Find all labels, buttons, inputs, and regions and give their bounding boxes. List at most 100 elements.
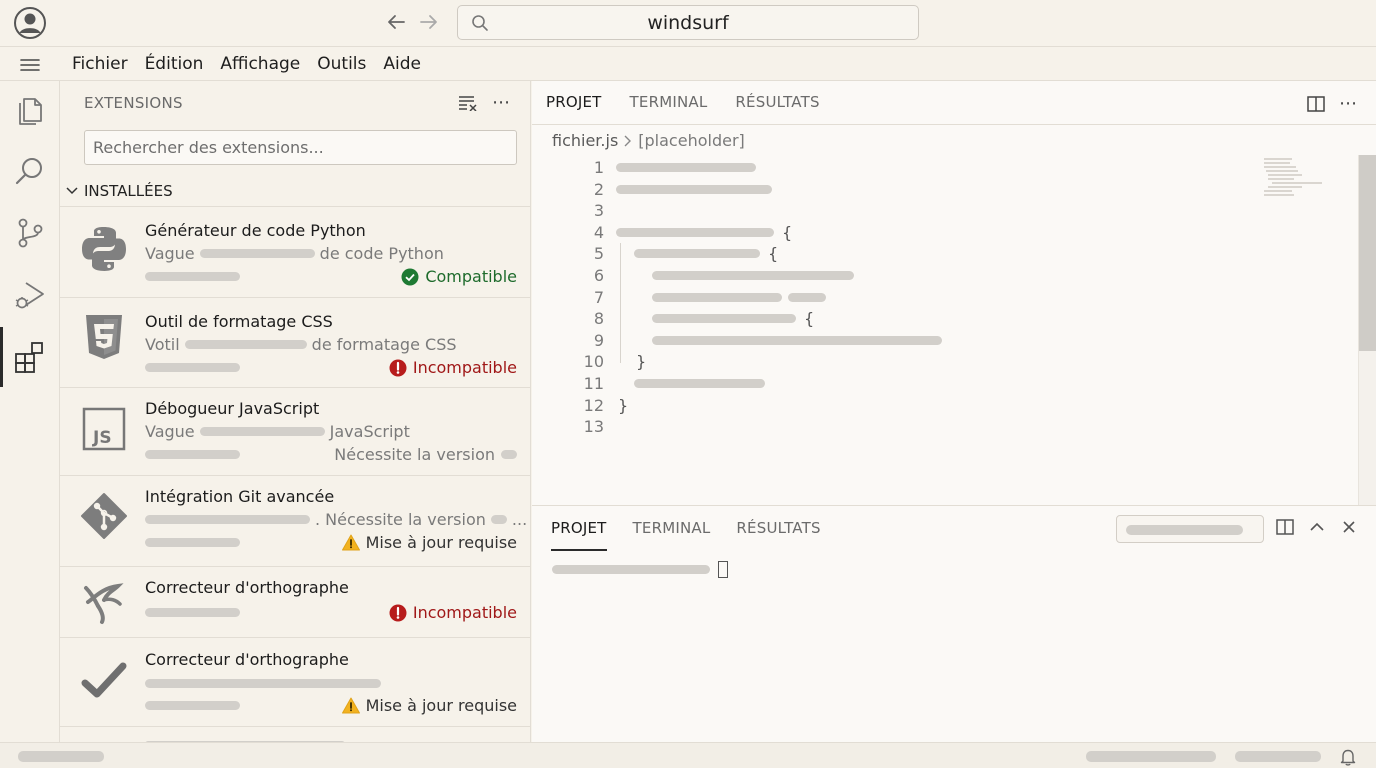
extension-name: Correcteur d'orthographe [145, 650, 349, 669]
split-panel-icon[interactable] [1276, 518, 1294, 536]
tab-projet[interactable]: PROJET [532, 81, 616, 124]
line-number: 2 [593, 179, 604, 199]
code-line: } [616, 395, 1316, 417]
line-number: 4 [593, 222, 604, 242]
chevron-up-icon[interactable] [1308, 518, 1326, 536]
terminal-line[interactable] [552, 561, 728, 578]
extension-item[interactable]: Correcteur d'orthographe Incompatible [60, 567, 530, 638]
vertical-scrollbar[interactable] [1358, 155, 1376, 505]
panel-tab-terminal[interactable]: TERMINAL [620, 506, 724, 551]
bottom-panel: PROJET TERMINAL RÉSULTATS [532, 505, 1376, 742]
description-ellipsis: ... [511, 510, 528, 529]
breadcrumb-symbol[interactable]: [placeholder] [638, 131, 744, 150]
more-actions-icon[interactable]: ⋯ [1339, 93, 1358, 114]
status-item[interactable] [1086, 751, 1216, 762]
status-badge: Mise à jour requise [341, 696, 517, 715]
line-number: 13 [583, 417, 604, 437]
extension-name: Débogueur JavaScript [145, 399, 320, 418]
placeholder-bar [199, 249, 315, 258]
placeholder-bar [184, 340, 307, 349]
status-item[interactable] [18, 751, 104, 762]
extension-description: Vague de code Python [145, 244, 444, 263]
placeholder-bar [501, 450, 517, 459]
hamburger-menu-icon[interactable] [19, 56, 41, 74]
extension-name: Outil de formatage CSS [145, 312, 333, 331]
status-item[interactable] [1235, 751, 1321, 762]
more-actions-icon[interactable]: ⋯ [492, 92, 511, 113]
menu-affichage[interactable]: Affichage [220, 54, 300, 74]
line-number: 12 [583, 395, 604, 415]
extension-list: Générateur de code Python Vague de code … [60, 206, 530, 742]
spell-check-icon [84, 583, 124, 624]
run-debug-icon[interactable] [12, 277, 48, 313]
extension-item[interactable]: Intégration Git avancée . Nécessite la v… [60, 476, 530, 567]
svg-text:JS: JS [92, 428, 112, 448]
check-circle-icon [401, 268, 419, 285]
status-badge: Compatible [401, 267, 517, 286]
explorer-icon[interactable] [12, 91, 48, 127]
minimap[interactable] [1262, 157, 1322, 207]
placeholder-bar [199, 427, 325, 436]
code-line [616, 330, 1316, 352]
scrollbar-thumb[interactable] [1359, 155, 1376, 351]
installed-section-header[interactable]: INSTALLÉES [66, 182, 173, 200]
extension-item[interactable]: Outil de formatage CSS Votil de formatag… [60, 298, 530, 388]
arrow-left-icon[interactable] [385, 11, 407, 33]
menu-fichier[interactable]: Fichier [72, 54, 128, 74]
line-number: 7 [593, 287, 604, 307]
extension-item[interactable]: JS Débogueur JavaScript Vague JavaScript… [60, 388, 530, 476]
code-area[interactable]: { { { } } [616, 157, 1316, 438]
account-icon[interactable] [13, 6, 47, 40]
menu-edition[interactable]: Édition [145, 54, 204, 74]
code-line: } [616, 351, 1316, 373]
chevron-down-icon [66, 187, 78, 195]
extensions-icon[interactable] [12, 339, 48, 375]
line-number: 5 [593, 244, 604, 264]
extension-search-input[interactable] [84, 130, 517, 165]
extension-name: Intégration Git avancée [145, 487, 335, 506]
tab-resultats[interactable]: RÉSULTATS [721, 81, 833, 124]
status-text: Mise à jour requise [365, 533, 517, 552]
extension-description: Votil de formatage CSS [145, 335, 457, 354]
clear-filter-icon[interactable] [458, 95, 478, 111]
extension-name: Correcteur d'orthographe [145, 578, 349, 597]
status-bar [0, 742, 1376, 768]
command-search-box[interactable]: windsurf [457, 5, 919, 40]
panel-tab-resultats[interactable]: RÉSULTATS [723, 506, 833, 551]
breadcrumb: fichier.js [placeholder] [552, 131, 745, 150]
panel-filter-input[interactable] [1116, 515, 1264, 543]
extension-item[interactable]: Générateur de code Python Vague de code … [60, 207, 530, 298]
extension-description: . Nécessite la version ... [145, 510, 527, 529]
extension-item[interactable]: Correcteur d'orthographe Mise à jour req… [60, 638, 530, 727]
bell-icon[interactable] [1340, 748, 1356, 766]
warning-triangle-icon [341, 697, 360, 714]
source-control-icon[interactable] [12, 215, 48, 251]
placeholder-bar [145, 450, 240, 459]
line-number: 10 [583, 352, 604, 372]
error-circle-icon [389, 604, 407, 621]
description-suffix: JavaScript [329, 422, 410, 441]
placeholder-bar [145, 272, 240, 281]
brace: } [636, 352, 647, 372]
description-suffix: de formatage CSS [311, 335, 457, 354]
split-editor-icon[interactable] [1307, 95, 1325, 113]
status-badge: Mise à jour requise [341, 533, 517, 552]
arrow-right-icon[interactable] [418, 11, 440, 33]
tab-terminal[interactable]: TERMINAL [616, 81, 722, 124]
description-suffix: . Nécessite la version [315, 510, 486, 529]
editor-tabs: PROJET TERMINAL RÉSULTATS [532, 81, 834, 124]
breadcrumb-file[interactable]: fichier.js [552, 131, 618, 150]
panel-tab-projet[interactable]: PROJET [538, 506, 620, 551]
status-text: Incompatible [412, 358, 517, 377]
extension-item[interactable] [60, 727, 530, 742]
checkmark-icon [81, 662, 127, 698]
menu-aide[interactable]: Aide [383, 54, 421, 74]
placeholder-bar [145, 701, 240, 710]
menu-outils[interactable]: Outils [317, 54, 366, 74]
line-number: 8 [593, 309, 604, 329]
chevron-right-icon [624, 135, 632, 146]
close-icon[interactable] [1340, 518, 1358, 536]
code-line [616, 179, 1316, 201]
code-line: { [616, 243, 1316, 265]
search-icon[interactable] [12, 153, 48, 189]
